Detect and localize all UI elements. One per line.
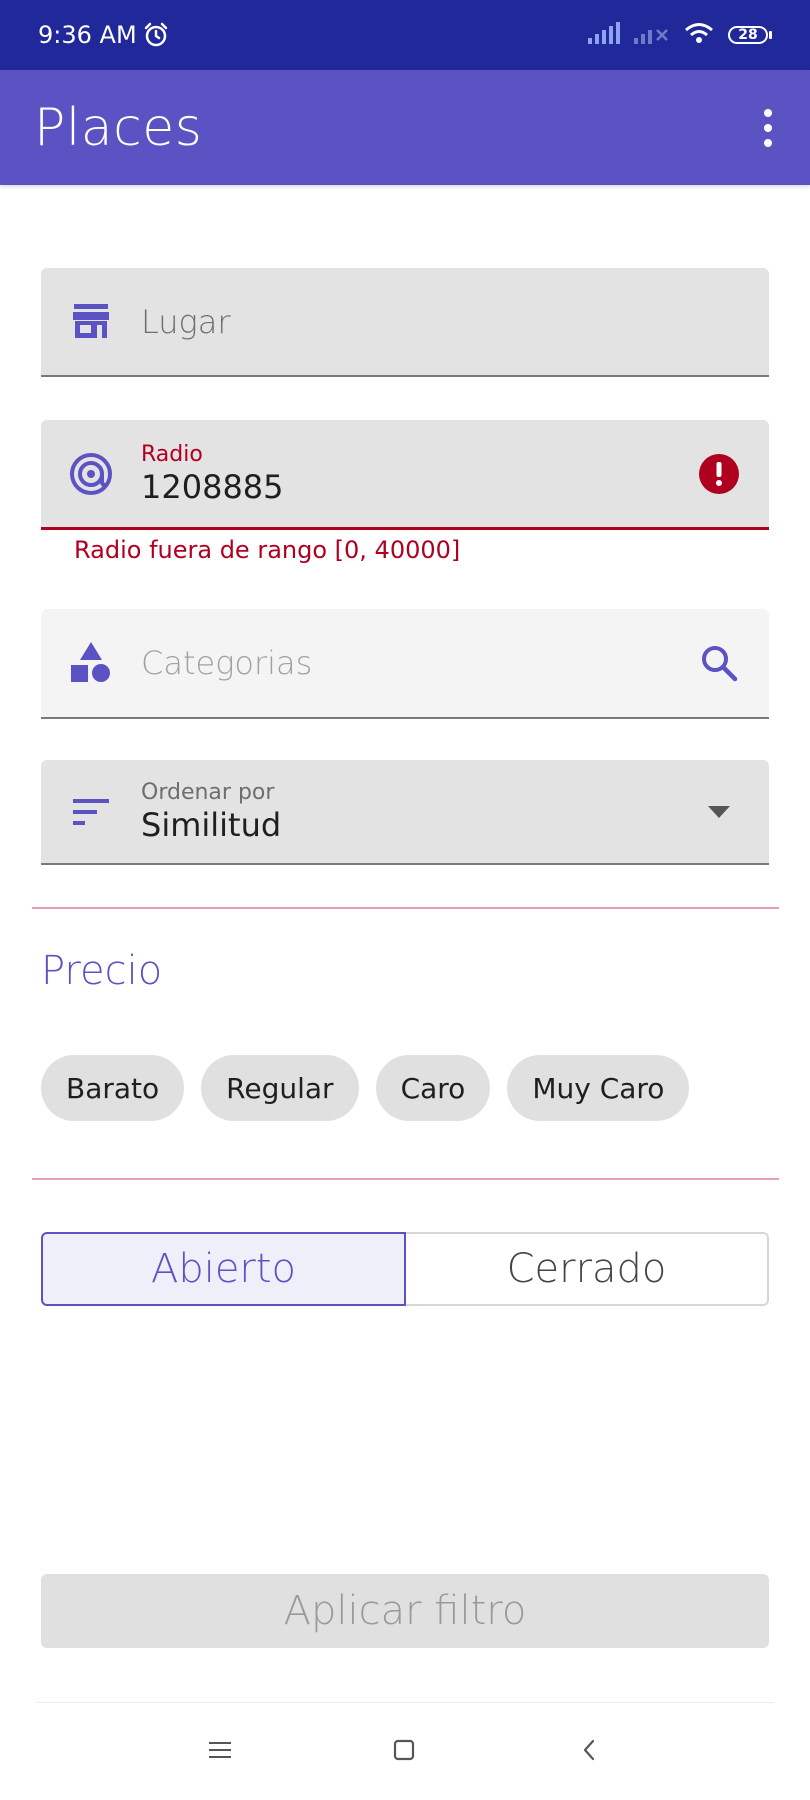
lugar-placeholder: Lugar (141, 302, 231, 341)
categorias-field[interactable]: Categorias (41, 609, 769, 719)
chip-barato[interactable]: Barato (41, 1055, 185, 1121)
home-square-icon[interactable] (379, 1730, 429, 1770)
radar-icon (41, 452, 141, 496)
status-bar: 9:36 AM 28 (0, 0, 810, 70)
signal-icon (588, 22, 620, 48)
radio-field[interactable]: Radio 1208885 (41, 420, 769, 530)
categorias-placeholder: Categorias (141, 644, 313, 682)
app-bar: Places (0, 70, 810, 185)
precio-title: Precio (41, 948, 163, 994)
ordenar-label: Ordenar por (141, 779, 275, 805)
dropdown-arrow-icon[interactable] (669, 805, 769, 818)
signal-x-icon (634, 22, 670, 48)
store-icon (41, 303, 141, 340)
toggle-cerrado[interactable]: Cerrado (406, 1232, 769, 1306)
estado-toggle-group: Abierto Cerrado (41, 1232, 769, 1306)
chip-caro[interactable]: Caro (375, 1055, 491, 1121)
wifi-icon (684, 22, 714, 48)
sort-icon (41, 797, 141, 827)
system-nav-bar (0, 1720, 810, 1780)
battery-level: 28 (728, 26, 768, 44)
radio-value: 1208885 (141, 467, 284, 506)
battery-icon: 28 (728, 26, 772, 44)
menu-icon[interactable] (195, 1730, 245, 1770)
lugar-field[interactable]: Lugar (41, 268, 769, 377)
ordenar-value: Similitud (141, 805, 282, 844)
precio-chips: Barato Regular Caro Muy Caro (41, 1055, 690, 1121)
chip-muy-caro[interactable]: Muy Caro (507, 1055, 690, 1121)
status-icons: 28 (588, 22, 772, 48)
ordenar-por-select[interactable]: Ordenar por Similitud (41, 760, 769, 865)
error-icon (669, 453, 769, 495)
alarm-icon (143, 22, 169, 48)
more-vert-icon[interactable] (760, 101, 776, 155)
section-divider (32, 1178, 779, 1180)
section-divider (32, 907, 779, 909)
toggle-abierto[interactable]: Abierto (41, 1232, 406, 1306)
category-shapes-icon (41, 642, 141, 684)
apply-filter-button[interactable]: Aplicar filtro (41, 1574, 769, 1648)
app-title: Places (34, 97, 203, 158)
status-time: 9:36 AM (38, 21, 137, 49)
back-icon[interactable] (564, 1730, 614, 1770)
chip-regular[interactable]: Regular (201, 1055, 359, 1121)
radio-error-text: Radio fuera de rango [0, 40000] (74, 536, 461, 564)
radio-label: Radio (141, 441, 203, 467)
nav-divider (36, 1702, 774, 1703)
search-icon[interactable] (669, 644, 769, 682)
